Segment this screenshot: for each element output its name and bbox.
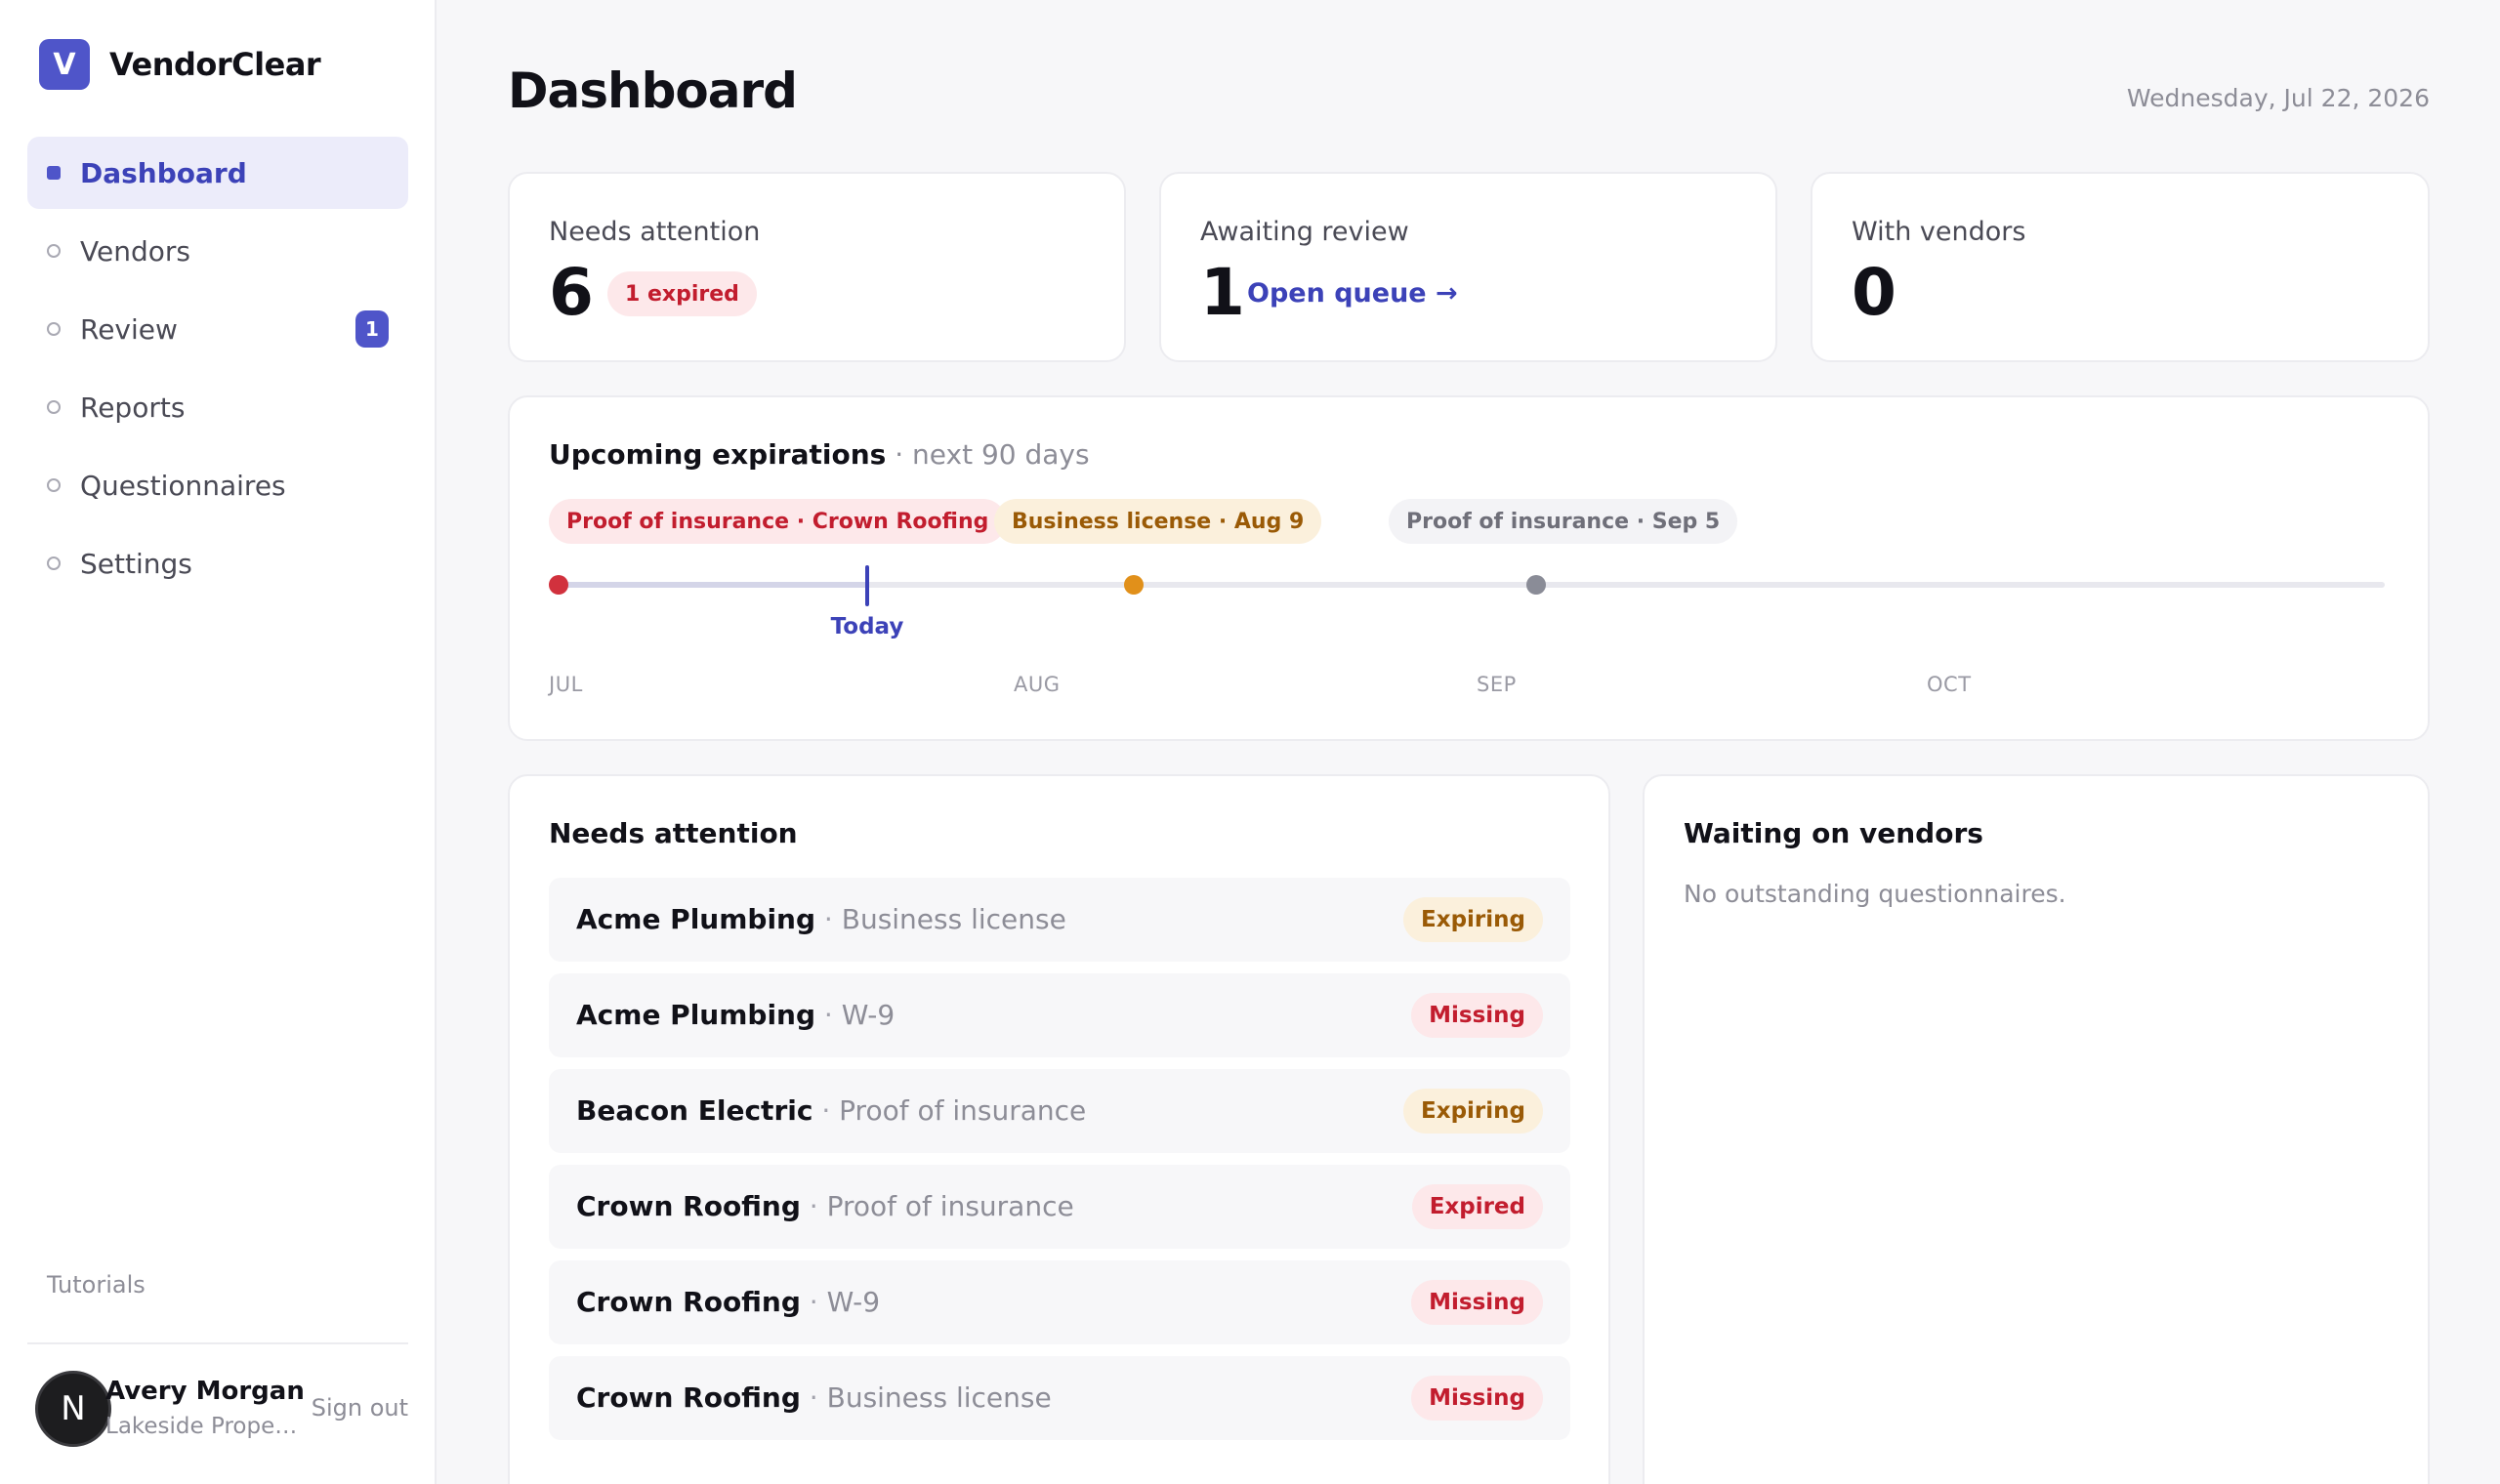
timeline-event-label[interactable]: Proof of insurance · Crown Roofing: [549, 499, 1007, 544]
timeline-title-text: Upcoming expirations: [549, 438, 887, 471]
timeline-title: Upcoming expirations · next 90 days: [549, 438, 1090, 471]
sidebar: V VendorClear Dashboard Vendors Review 1…: [0, 0, 437, 1484]
nav-bullet-icon: [47, 322, 61, 336]
user-name: Avery Morgan: [105, 1377, 305, 1406]
waiting-on-vendors-panel: Waiting on vendors No outstanding questi…: [1643, 774, 2430, 1484]
empty-state-message: No outstanding questionnaires.: [1684, 880, 2066, 908]
nav-bullet-icon: [47, 244, 61, 258]
document-type: Proof of insurance: [826, 1190, 1074, 1222]
needs-attention-panel: Needs attention Acme Plumbing · Business…: [508, 774, 1610, 1484]
list-item[interactable]: Acme Plumbing · W-9 Missing: [549, 973, 1570, 1057]
timeline-month-label: OCT: [1927, 673, 1972, 696]
vendor-document: Crown Roofing · Proof of insurance: [576, 1190, 1074, 1222]
timeline-month-label: JUL: [549, 673, 583, 696]
today-label: Today: [830, 614, 904, 639]
timeline-event-label[interactable]: Business license · Aug 9: [994, 499, 1322, 544]
stat-card-with-vendors: With vendors 0: [1811, 172, 2430, 362]
status-badge: Missing: [1411, 1376, 1543, 1421]
sidebar-item-reports[interactable]: Reports: [27, 371, 408, 443]
open-queue-link[interactable]: Open queue →: [1247, 269, 1458, 318]
status-badge: Expiring: [1403, 897, 1543, 942]
timeline-event-marker[interactable]: [1526, 575, 1546, 595]
document-type: Business license: [841, 903, 1066, 935]
sidebar-item-questionnaires[interactable]: Questionnaires: [27, 449, 408, 521]
stat-value: 0: [1852, 255, 1896, 330]
status-badge: Missing: [1411, 993, 1543, 1038]
vendor-document: Beacon Electric · Proof of insurance: [576, 1094, 1087, 1127]
panel-title: Needs attention: [549, 817, 798, 849]
list-item[interactable]: Beacon Electric · Proof of insurance Exp…: [549, 1069, 1570, 1153]
sidebar-item-label: Reports: [80, 391, 186, 424]
stat-label: Awaiting review: [1200, 217, 1409, 247]
current-date: Wednesday, Jul 22, 2026: [2126, 84, 2430, 112]
vendor-document: Crown Roofing · Business license: [576, 1381, 1052, 1414]
avatar[interactable]: N: [35, 1371, 111, 1447]
timeline-month-label: AUG: [1014, 673, 1061, 696]
timeline-event-marker[interactable]: [549, 575, 568, 595]
nav-bullet-icon: [47, 400, 61, 414]
list-item[interactable]: Crown Roofing · Business license Missing: [549, 1356, 1570, 1440]
nav-bullet-icon: [47, 556, 61, 570]
document-type: W-9: [841, 999, 896, 1031]
brand[interactable]: V VendorClear: [39, 39, 321, 90]
sidebar-item-label: Review: [80, 312, 178, 346]
timeline-month-label: SEP: [1477, 673, 1517, 696]
tutorials-link[interactable]: Tutorials: [47, 1271, 146, 1298]
stat-label: With vendors: [1852, 217, 2026, 247]
nav-bullet-icon: [47, 166, 61, 180]
status-badge: Expiring: [1403, 1089, 1543, 1134]
expired-count-badge: 1 expired: [607, 271, 757, 316]
stat-value: 6: [549, 255, 594, 330]
vendor-name: Crown Roofing: [576, 1190, 801, 1222]
sidebar-item-label: Questionnaires: [80, 469, 286, 502]
timeline-subtitle: · next 90 days: [886, 438, 1090, 471]
list-item[interactable]: Acme Plumbing · Business license Expirin…: [549, 878, 1570, 962]
stat-value: 1: [1200, 255, 1245, 330]
panel-title: Waiting on vendors: [1684, 817, 1983, 849]
app-logo: V: [39, 39, 90, 90]
sidebar-item-label: Settings: [80, 547, 192, 580]
vendor-document: Acme Plumbing · Business license: [576, 903, 1066, 935]
sidebar-item-label: Vendors: [80, 234, 190, 268]
vendor-name: Acme Plumbing: [576, 903, 816, 935]
document-type: Proof of insurance: [839, 1094, 1087, 1127]
sidebar-item-review[interactable]: Review 1: [27, 293, 408, 365]
timeline-event-marker[interactable]: [1124, 575, 1144, 595]
sidebar-divider: [27, 1342, 408, 1344]
stat-label: Needs attention: [549, 217, 761, 247]
timeline-elapsed-bar: [551, 582, 867, 588]
document-type: W-9: [826, 1286, 881, 1318]
stat-card-awaiting-review: Awaiting review 1 Open queue →: [1159, 172, 1777, 362]
review-count-badge: 1: [355, 310, 389, 348]
list-item[interactable]: Crown Roofing · W-9 Missing: [549, 1260, 1570, 1344]
vendor-document: Acme Plumbing · W-9: [576, 999, 896, 1031]
sidebar-item-dashboard[interactable]: Dashboard: [27, 137, 408, 209]
stat-card-needs-attention[interactable]: Needs attention 6 1 expired: [508, 172, 1126, 362]
today-marker: [865, 565, 869, 606]
sidebar-item-vendors[interactable]: Vendors: [27, 215, 408, 287]
user-profile: N Avery Morgan Lakeside Proper... Sign o…: [35, 1371, 408, 1449]
app-name: VendorClear: [109, 46, 321, 83]
sign-out-button[interactable]: Sign out: [312, 1394, 408, 1422]
page-title: Dashboard: [508, 62, 798, 119]
sidebar-nav: Dashboard Vendors Review 1 Reports Quest…: [27, 137, 408, 605]
sidebar-item-settings[interactable]: Settings: [27, 527, 408, 599]
vendor-name: Crown Roofing: [576, 1286, 801, 1318]
user-organization: Lakeside Proper...: [105, 1414, 301, 1439]
vendor-name: Beacon Electric: [576, 1094, 813, 1127]
status-badge: Missing: [1411, 1280, 1543, 1325]
timeline-event-label[interactable]: Proof of insurance · Sep 5: [1389, 499, 1738, 544]
document-type: Business license: [826, 1381, 1052, 1414]
nav-bullet-icon: [47, 478, 61, 492]
vendor-name: Crown Roofing: [576, 1381, 801, 1414]
vendor-document: Crown Roofing · W-9: [576, 1286, 881, 1318]
upcoming-expirations-card: Upcoming expirations · next 90 days Proo…: [508, 395, 2430, 741]
status-badge: Expired: [1411, 1184, 1543, 1229]
sidebar-item-label: Dashboard: [80, 156, 247, 189]
list-item[interactable]: Crown Roofing · Proof of insurance Expir…: [549, 1165, 1570, 1249]
vendor-name: Acme Plumbing: [576, 999, 816, 1031]
